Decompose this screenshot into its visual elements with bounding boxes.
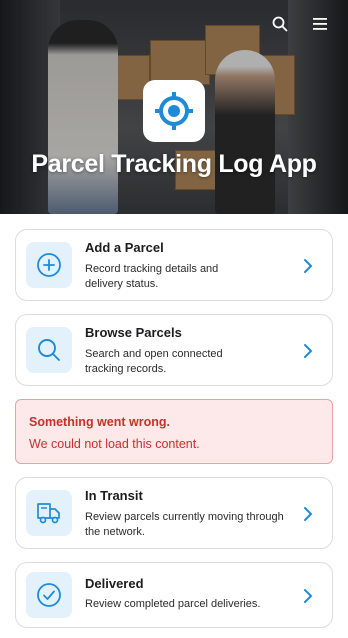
plus-circle-icon xyxy=(37,253,61,277)
card-description: Review parcels currently moving through … xyxy=(85,510,292,540)
chevron-right-icon xyxy=(304,344,312,358)
check-circle-icon xyxy=(37,583,61,607)
card-icon-tile xyxy=(26,327,72,373)
card-icon-tile xyxy=(26,572,72,618)
search-icon xyxy=(38,339,60,361)
card-description-line: Search and open connected xyxy=(85,348,223,360)
chevron-right-icon xyxy=(304,507,312,521)
error-message: We could not load this content. xyxy=(29,437,200,451)
app-logo xyxy=(143,80,205,142)
truck-icon xyxy=(37,503,60,524)
card-icon-tile xyxy=(26,490,72,536)
browse-parcels-card[interactable]: Browse Parcels Search and open connected… xyxy=(15,314,333,386)
error-alert: Something went wrong. We could not load … xyxy=(15,399,333,464)
card-description: Search and open connected tracking recor… xyxy=(85,347,292,377)
hero-banner: Parcel Tracking Log App xyxy=(0,0,348,214)
search-icon xyxy=(272,16,288,32)
card-description-line: Review parcels currently moving through xyxy=(85,511,284,523)
chevron-right-icon xyxy=(304,259,312,273)
search-button[interactable] xyxy=(270,14,290,34)
card-description-line: Record tracking details and xyxy=(85,263,219,275)
in-transit-card[interactable]: In Transit Review parcels currently movi… xyxy=(15,477,333,549)
menu-button[interactable] xyxy=(310,14,330,34)
card-description-line: tracking records. xyxy=(85,363,167,375)
delivered-card[interactable]: Delivered Review completed parcel delive… xyxy=(15,562,333,628)
add-parcel-card[interactable]: Add a Parcel Record tracking details and… xyxy=(15,229,333,301)
page-title: Parcel Tracking Log App xyxy=(31,150,317,178)
card-description-line: delivery status. xyxy=(85,278,159,290)
error-title: Something went wrong. xyxy=(29,415,170,429)
card-title: In Transit xyxy=(85,488,143,503)
menu-icon xyxy=(313,18,327,30)
card-description: Review completed parcel deliveries. xyxy=(85,597,292,612)
card-title: Add a Parcel xyxy=(85,240,164,255)
card-description: Record tracking details and delivery sta… xyxy=(85,262,292,292)
chevron-right-icon xyxy=(304,589,312,603)
card-title: Delivered xyxy=(85,576,144,591)
card-title: Browse Parcels xyxy=(85,325,182,340)
card-icon-tile xyxy=(26,242,72,288)
card-description-line: Review completed parcel deliveries. xyxy=(85,598,261,610)
target-icon xyxy=(155,92,193,130)
card-description-line: the network. xyxy=(85,526,145,538)
